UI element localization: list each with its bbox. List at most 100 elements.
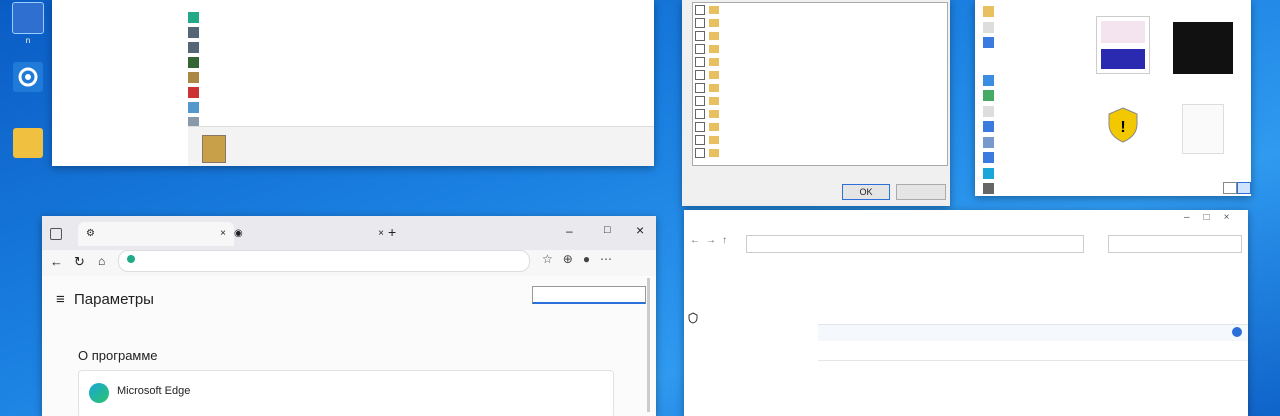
checkbox[interactable]	[695, 147, 705, 158]
search-input[interactable]	[1108, 235, 1242, 253]
view-details-icon[interactable]	[1223, 182, 1237, 194]
nav-arrows[interactable]: ←→↑	[690, 235, 733, 246]
table-row[interactable]	[188, 40, 650, 55]
edge-window: ⚙ × ◉ × + – □ × ← ↻ ⌂ ☆⊕●⋯ ≡ Параметры О…	[42, 216, 656, 416]
list-item[interactable]	[693, 16, 947, 29]
list-item[interactable]	[693, 107, 947, 120]
address-bar[interactable]	[118, 250, 530, 272]
image-thumbnail-icon	[1173, 22, 1233, 74]
edge-logo-icon: ◉	[234, 228, 243, 239]
svg-text:!: !	[1120, 119, 1125, 136]
table-row[interactable]	[188, 100, 650, 115]
list-item[interactable]	[693, 81, 947, 94]
checkbox[interactable]	[695, 108, 705, 119]
nav-item[interactable]	[983, 119, 1073, 135]
checkbox[interactable]	[695, 56, 705, 67]
file-thumb[interactable]	[1175, 104, 1231, 154]
nav-item[interactable]	[983, 88, 1073, 104]
list-item[interactable]	[693, 29, 947, 42]
table-row[interactable]	[188, 70, 650, 85]
group-header[interactable]	[818, 361, 1248, 374]
scrollbar[interactable]	[647, 278, 650, 412]
desktop-icon-folder[interactable]	[6, 128, 50, 160]
nav-item[interactable]	[983, 166, 1073, 182]
window-controls[interactable]: –□×	[1184, 212, 1243, 223]
folder-icon	[709, 18, 719, 27]
gear-icon: ⚙	[86, 228, 95, 239]
file-thumb[interactable]	[1093, 16, 1153, 74]
close-icon[interactable]: ×	[378, 222, 384, 246]
checkbox[interactable]	[695, 69, 705, 80]
video-icon	[983, 90, 994, 102]
desktop-icon-settings[interactable]	[6, 62, 50, 94]
nav-item[interactable]	[983, 150, 1073, 166]
folder-icon	[709, 5, 719, 14]
minimize-button[interactable]: –	[566, 224, 573, 238]
checkbox[interactable]	[695, 43, 705, 54]
nav-item[interactable]	[983, 35, 1073, 51]
table-row[interactable]	[818, 374, 1248, 387]
organize-button[interactable]	[818, 328, 824, 338]
checkbox[interactable]	[695, 121, 705, 132]
refresh-icon[interactable]: ↻	[74, 254, 85, 270]
list-item[interactable]	[693, 3, 947, 16]
tab-actions-icon[interactable]	[50, 228, 62, 240]
table-row[interactable]	[818, 400, 1248, 413]
table-header	[818, 344, 1248, 361]
table-row[interactable]	[188, 10, 650, 25]
checkbox[interactable]	[695, 134, 705, 145]
folder-icon	[709, 148, 719, 157]
menu-icon[interactable]: ≡	[56, 291, 65, 308]
checkbox[interactable]	[695, 30, 705, 41]
music-icon	[983, 152, 994, 164]
file-thumb[interactable]: !	[1093, 106, 1153, 144]
close-window-button[interactable]: ×	[636, 222, 644, 238]
tab-settings[interactable]: ⚙ ×	[78, 222, 234, 246]
nav-item[interactable]	[983, 4, 1073, 20]
nav-item[interactable]	[983, 104, 1073, 120]
list-item[interactable]	[693, 68, 947, 81]
view-thumbnails-icon[interactable]	[1237, 182, 1251, 194]
checkbox[interactable]	[695, 95, 705, 106]
cancel-button[interactable]	[896, 184, 946, 200]
explorer-window: !	[975, 0, 1251, 196]
list-item[interactable]	[693, 55, 947, 68]
table-row[interactable]	[818, 387, 1248, 400]
table-row[interactable]	[188, 25, 650, 40]
app-icon	[188, 72, 199, 83]
checkbox[interactable]	[695, 4, 705, 15]
maximize-button[interactable]: □	[604, 224, 611, 236]
nav-item[interactable]	[983, 135, 1073, 151]
tab-second[interactable]: ◉ ×	[226, 222, 392, 246]
folder-icon	[709, 109, 719, 118]
file-thumb[interactable]	[1171, 22, 1235, 74]
nav-item[interactable]	[983, 73, 1073, 89]
list-item[interactable]	[693, 120, 947, 133]
table-row[interactable]	[188, 55, 650, 70]
back-icon[interactable]: ←	[50, 254, 63, 269]
section-title: О программе	[78, 348, 158, 363]
list-item[interactable]	[693, 133, 947, 146]
list-item[interactable]	[693, 94, 947, 107]
help-icon[interactable]	[1232, 327, 1242, 337]
nav-item[interactable]	[983, 20, 1073, 36]
home-icon[interactable]: ⌂	[98, 254, 105, 268]
ok-button[interactable]: OK	[842, 184, 890, 200]
search-input[interactable]	[532, 286, 646, 304]
settings-page: ≡ Параметры О программе Microsoft Edge	[42, 276, 656, 416]
secure-icon	[127, 255, 135, 263]
new-tab-button[interactable]: +	[388, 224, 396, 240]
app-icon	[188, 12, 199, 23]
nav-item[interactable]	[983, 181, 1073, 196]
folder-icon	[709, 31, 719, 40]
breadcrumb[interactable]	[746, 235, 1084, 253]
list-item[interactable]	[693, 146, 947, 159]
table-row[interactable]	[188, 85, 650, 100]
desktop-icon-edge[interactable]: n	[6, 2, 50, 45]
browser-icon	[12, 2, 44, 34]
toolbar-icons[interactable]: ☆⊕●⋯	[542, 252, 622, 266]
list-item[interactable]	[693, 42, 947, 55]
checkbox[interactable]	[695, 82, 705, 93]
folder-icon	[709, 57, 719, 66]
checkbox[interactable]	[695, 17, 705, 28]
